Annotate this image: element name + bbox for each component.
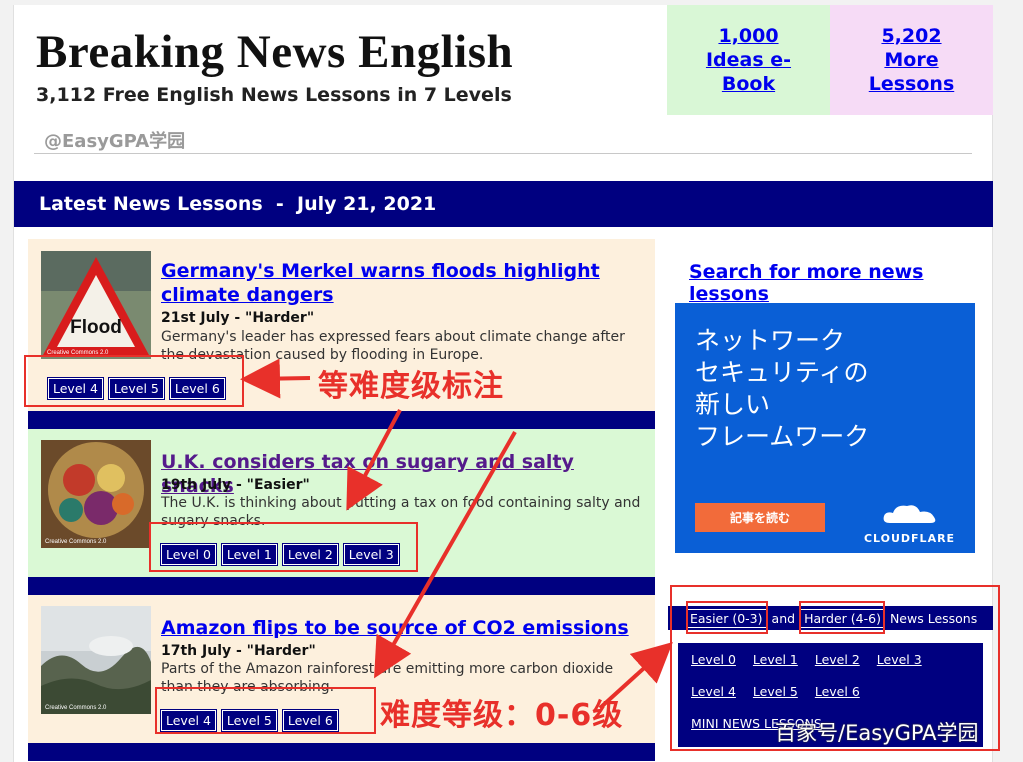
arrow-to-card2-levels [346, 409, 402, 511]
bottom-watermark: 百家号/EasyGPA学园 [775, 721, 979, 745]
arrow-to-sidebar-levels [598, 641, 673, 710]
arrow-to-card3-levels [374, 431, 517, 679]
arrow-to-card1-levels [240, 358, 311, 399]
annotation-arrows [240, 358, 673, 710]
